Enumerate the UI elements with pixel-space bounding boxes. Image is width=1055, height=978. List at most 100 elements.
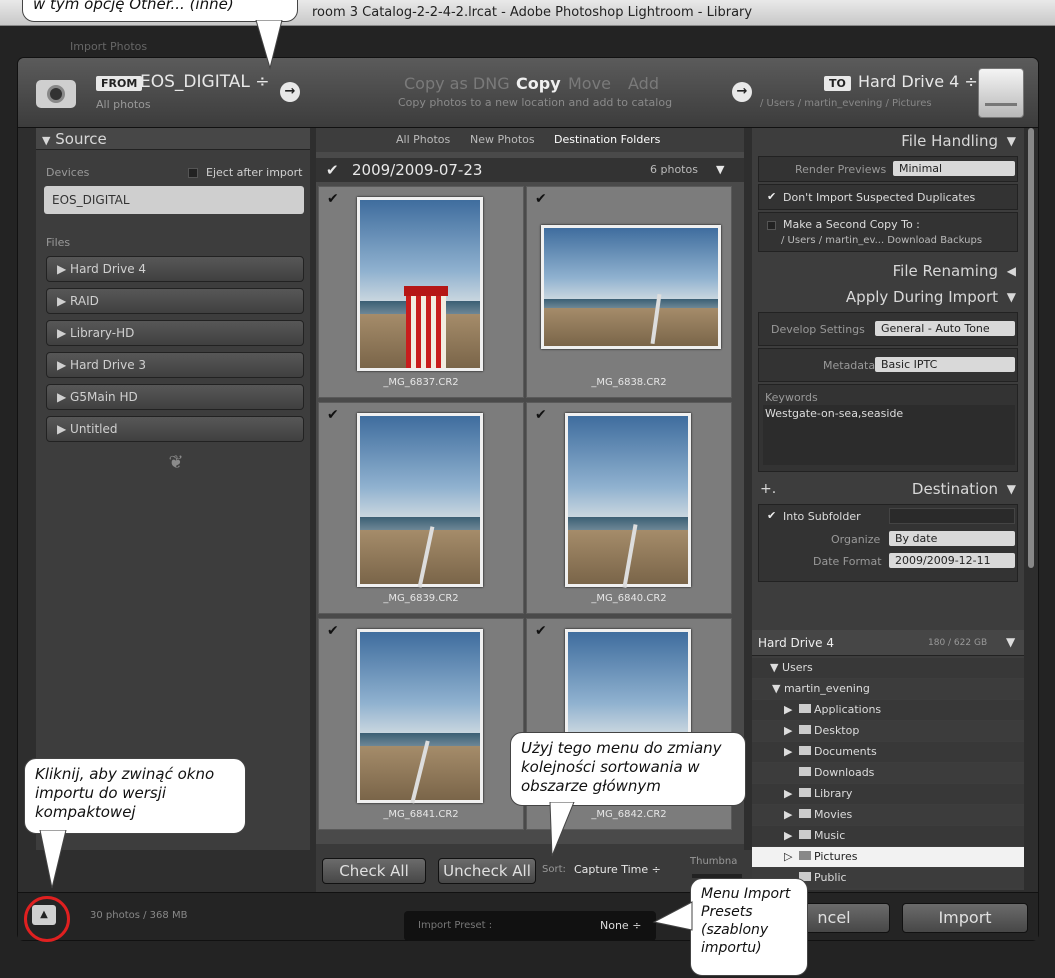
develop-settings-select[interactable]: General - Auto Tone: [875, 321, 1015, 336]
file-renaming-title: File Renaming: [892, 262, 998, 280]
tab-all-photos[interactable]: All Photos: [396, 133, 450, 146]
file-renaming-header[interactable]: File Renaming ◀: [752, 258, 1024, 284]
volume-library-hd[interactable]: ▶ Library-HD: [46, 320, 304, 346]
plus-icon[interactable]: +.: [760, 476, 776, 502]
tree-label: Applications: [813, 703, 882, 716]
file-handling-header[interactable]: File Handling ▼: [752, 128, 1024, 154]
photo-summary: 30 photos / 368 MB: [90, 910, 188, 921]
subfolder-checkbox[interactable]: ✔: [767, 509, 776, 522]
source-header[interactable]: ▼ Source: [36, 128, 310, 150]
volume-untitled[interactable]: ▶ Untitled: [46, 416, 304, 442]
tree-item-movies[interactable]: ▶ Movies: [752, 805, 1024, 825]
photo-filename: _MG_6839.CR2: [383, 593, 459, 604]
window-title: room 3 Catalog-2-2-4-2.lrcat - Adobe Pho…: [312, 5, 753, 20]
camera-icon: [36, 80, 76, 108]
volume-raid[interactable]: ▶ RAID: [46, 288, 304, 314]
from-sub: All photos: [96, 98, 151, 111]
eject-checkbox[interactable]: [188, 168, 198, 178]
drive-name: Hard Drive 4: [758, 636, 834, 650]
date-format-select[interactable]: 2009/2009-12-11: [889, 553, 1015, 568]
volume-label: Hard Drive 3: [70, 358, 147, 372]
organize-label: Organize: [831, 533, 881, 546]
destination-title: Destination: [911, 480, 998, 498]
photo-checkbox[interactable]: ✔: [535, 623, 547, 639]
tab-destination-folders[interactable]: Destination Folders: [554, 133, 660, 146]
tree-item-library[interactable]: ▶ Library: [752, 784, 1024, 804]
devices-label: Devices: [46, 166, 90, 179]
mode-add[interactable]: Add: [628, 74, 659, 93]
check-all-button[interactable]: Check All: [322, 858, 426, 884]
duplicates-checkbox[interactable]: ✔: [767, 190, 776, 203]
folder-icon: [798, 725, 811, 734]
photo-checkbox[interactable]: ✔: [327, 191, 339, 207]
device-eos-digital[interactable]: EOS_DIGITAL: [44, 186, 304, 214]
tree-item-desktop[interactable]: ▶ Desktop: [752, 721, 1024, 741]
photo-filename: _MG_6838.CR2: [591, 377, 667, 388]
apply-header[interactable]: Apply During Import ▼: [752, 284, 1024, 310]
folder-icon: [798, 746, 811, 755]
metadata-select[interactable]: Basic IPTC: [875, 357, 1015, 372]
develop-settings-label: Develop Settings: [771, 323, 865, 336]
source-panel: ▼ Source Devices Eject after import EOS_…: [36, 128, 310, 850]
photo-thumbnail: [357, 629, 483, 804]
import-button[interactable]: Import: [902, 903, 1028, 933]
volume-hard-drive-3[interactable]: ▶ Hard Drive 3: [46, 352, 304, 378]
second-copy-checkbox[interactable]: [767, 221, 776, 230]
mode-copy-dng[interactable]: Copy as DNG: [404, 74, 510, 93]
develop-settings-row: Develop Settings General - Auto Tone: [758, 312, 1018, 346]
folder-name: 2009/2009-07-23: [352, 161, 483, 179]
scrollbar[interactable]: [1028, 128, 1034, 568]
photo-cell[interactable]: ✔ _MG_6838.CR2: [526, 186, 732, 398]
import-preset-select[interactable]: None ÷: [600, 919, 641, 932]
photo-cell[interactable]: ✔ _MG_6841.CR2: [318, 618, 524, 830]
tree-item-applications[interactable]: ▶ Applications: [752, 700, 1024, 720]
tab-new-photos[interactable]: New Photos: [470, 133, 535, 146]
keywords-box: Keywords Westgate-on-sea,seaside: [758, 384, 1018, 472]
callout-presets: Menu Import Presets (szablony importu): [690, 878, 808, 976]
tree-item-users[interactable]: ▼ Users: [752, 658, 1024, 678]
photo-checkbox[interactable]: ✔: [327, 407, 339, 423]
destination-header[interactable]: +. Destination ▼: [752, 476, 1024, 502]
tree-item-music[interactable]: ▶ Music: [752, 826, 1024, 846]
photo-cell[interactable]: ✔ _MG_6837.CR2: [318, 186, 524, 398]
metadata-label: Metadata: [823, 359, 876, 372]
second-copy-path[interactable]: / Users / martin_ev... Download Backups: [781, 235, 982, 246]
tree-item-martin-evening[interactable]: ▼ martin_evening: [752, 679, 1024, 699]
mode-copy[interactable]: Copy: [516, 74, 561, 93]
drive-row[interactable]: Hard Drive 4 180 / 622 GB ▼: [752, 630, 1024, 656]
volume-label: G5Main HD: [70, 390, 138, 404]
triangle-down-icon[interactable]: ▼: [716, 158, 724, 182]
render-previews-row: Render Previews Minimal: [758, 156, 1018, 182]
volume-g5main-hd[interactable]: ▶ G5Main HD: [46, 384, 304, 410]
photo-checkbox[interactable]: ✔: [535, 191, 547, 207]
photo-cell[interactable]: ✔ _MG_6840.CR2: [526, 402, 732, 614]
photo-cell[interactable]: ✔ _MG_6839.CR2: [318, 402, 524, 614]
volume-label: Untitled: [70, 422, 118, 436]
photo-thumbnail: [357, 197, 483, 371]
render-previews-select[interactable]: Minimal: [893, 161, 1015, 176]
callout-top: w tym opcję Other... (inne): [22, 0, 298, 22]
subfolder-name-input[interactable]: [889, 508, 1015, 524]
to-drive-select[interactable]: Hard Drive 4 ÷: [858, 72, 978, 91]
to-path: / Users / martin_evening / Pictures: [760, 98, 932, 109]
folder-icon: [798, 788, 811, 797]
from-device-select[interactable]: EOS_DIGITAL ÷: [140, 72, 270, 92]
volume-label: Hard Drive 4: [70, 262, 147, 276]
folder-checkbox[interactable]: ✔: [326, 158, 339, 182]
tree-item-downloads[interactable]: Downloads: [752, 763, 1024, 783]
photo-checkbox[interactable]: ✔: [327, 623, 339, 639]
tree-item-documents[interactable]: ▶ Documents: [752, 742, 1024, 762]
second-copy-row: Make a Second Copy To : / Users / martin…: [758, 212, 1018, 252]
tree-item-pictures[interactable]: ▷ Pictures: [752, 847, 1024, 867]
uncheck-all-button[interactable]: Uncheck All: [438, 858, 536, 884]
sort-select[interactable]: Capture Time ÷: [574, 863, 661, 876]
photo-checkbox[interactable]: ✔: [535, 407, 547, 423]
to-badge: TO: [824, 76, 851, 91]
keywords-input[interactable]: Westgate-on-sea,seaside: [763, 405, 1015, 465]
mode-move[interactable]: Move: [568, 74, 611, 93]
grid-tabs: All Photos New Photos Destination Folder…: [316, 128, 744, 152]
ornament-icon: ❦: [168, 452, 184, 473]
triangle-down-icon: ▼: [1006, 134, 1016, 148]
organize-select[interactable]: By date: [889, 531, 1015, 546]
volume-hard-drive-4[interactable]: ▶ Hard Drive 4: [46, 256, 304, 282]
